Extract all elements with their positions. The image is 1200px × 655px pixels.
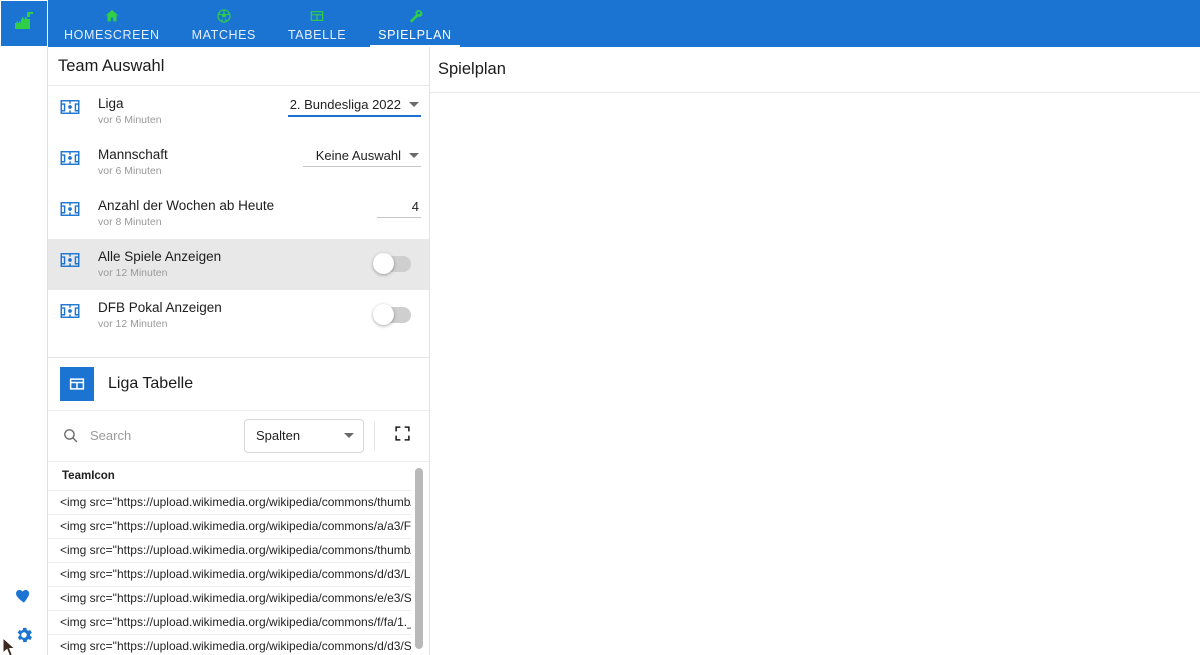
search-icon bbox=[62, 427, 79, 444]
chevron-down-icon bbox=[409, 153, 419, 159]
columns-select-label: Spalten bbox=[256, 428, 301, 444]
dfb-pokal-toggle[interactable] bbox=[373, 304, 411, 326]
fullscreen-icon bbox=[394, 425, 411, 447]
setting-title: Anzahl der Wochen ab Heute bbox=[98, 198, 275, 214]
setting-text-liga: Liga vor 6 Minuten bbox=[90, 95, 288, 128]
setting-title: Alle Spiele Anzeigen bbox=[98, 249, 222, 265]
table-row[interactable]: <img src="https://upload.wikimedia.org/w… bbox=[48, 515, 411, 539]
setting-control-alle-spiele bbox=[373, 248, 421, 275]
body-column: HOMESCREEN MATCHES TABELLE SPIELPLAN Tea… bbox=[48, 0, 1200, 655]
favorites-button[interactable] bbox=[0, 575, 48, 615]
stadium-logo-icon bbox=[11, 10, 37, 37]
wochen-number-input[interactable]: 4 bbox=[377, 199, 421, 219]
toggle-knob bbox=[373, 253, 394, 275]
setting-text-mannschaft: Mannschaft vor 6 Minuten bbox=[90, 146, 303, 179]
tab-spielplan-label: SPIELPLAN bbox=[378, 28, 452, 42]
setting-row-alle-spiele[interactable]: Alle Spiele Anzeigen vor 12 Minuten bbox=[48, 239, 429, 291]
setting-row-wochen[interactable]: Anzahl der Wochen ab Heute vor 8 Minuten… bbox=[48, 188, 429, 239]
tab-spielplan[interactable]: SPIELPLAN bbox=[362, 0, 468, 47]
table-grid-icon bbox=[309, 8, 325, 24]
table-row[interactable]: <img src="https://upload.wikimedia.org/w… bbox=[48, 539, 411, 563]
columns-select[interactable]: Spalten bbox=[244, 418, 364, 453]
toggle-knob bbox=[373, 304, 394, 326]
toolbar-divider bbox=[374, 421, 375, 450]
setting-subtitle: vor 12 Minuten bbox=[98, 318, 168, 331]
search-input[interactable]: Search bbox=[62, 427, 234, 444]
table-row[interactable]: <img src="https://upload.wikimedia.org/w… bbox=[48, 587, 411, 611]
tab-matches-label: MATCHES bbox=[191, 28, 256, 42]
stadium-icon bbox=[60, 95, 90, 120]
chevron-down-icon bbox=[344, 433, 354, 439]
fullscreen-button[interactable] bbox=[385, 419, 419, 453]
setting-text-alle-spiele: Alle Spiele Anzeigen vor 12 Minuten bbox=[90, 248, 375, 281]
tab-homescreen-label: HOMESCREEN bbox=[64, 28, 160, 42]
settings-list: Liga vor 6 Minuten 2. Bundesliga 2022 Ma… bbox=[48, 86, 429, 342]
right-pane: Spielplan bbox=[430, 47, 1200, 655]
soccer-ball-icon bbox=[216, 8, 232, 24]
spielplan-header: Spielplan bbox=[430, 47, 1200, 93]
table-row[interactable]: <img src="https://upload.wikimedia.org/w… bbox=[48, 635, 411, 655]
setting-control-liga: 2. Bundesliga 2022 bbox=[287, 95, 421, 118]
setting-title: Liga bbox=[98, 96, 124, 112]
top-tab-bar: HOMESCREEN MATCHES TABELLE SPIELPLAN bbox=[48, 0, 1200, 47]
mouse-cursor bbox=[2, 636, 18, 655]
table-vertical-scrollbar[interactable] bbox=[415, 467, 423, 650]
table-row[interactable]: <img src="https://upload.wikimedia.org/w… bbox=[48, 491, 411, 515]
setting-title: Mannschaft bbox=[98, 147, 168, 163]
setting-text-dfb-pokal: DFB Pokal Anzeigen vor 12 Minuten bbox=[90, 299, 375, 332]
main-area: Team Auswahl Liga vor 6 Minuten 2. Bunde… bbox=[48, 47, 1200, 655]
mannschaft-select-value: Keine Auswahl bbox=[315, 148, 401, 164]
stadium-icon bbox=[60, 197, 90, 222]
setting-control-wochen: 4 bbox=[377, 197, 421, 219]
tab-tabelle[interactable]: TABELLE bbox=[272, 0, 362, 47]
liga-tabelle-header: Liga Tabelle bbox=[48, 358, 429, 411]
app-logo[interactable] bbox=[0, 0, 48, 47]
setting-row-liga[interactable]: Liga vor 6 Minuten 2. Bundesliga 2022 bbox=[48, 86, 429, 137]
setting-control-dfb-pokal bbox=[373, 299, 421, 326]
setting-subtitle: vor 12 Minuten bbox=[98, 267, 168, 280]
table-grid-icon bbox=[60, 366, 94, 401]
setting-control-mannschaft: Keine Auswahl bbox=[303, 146, 421, 168]
table-toolbar: Search Spalten bbox=[48, 411, 429, 462]
stadium-icon bbox=[60, 248, 90, 273]
tab-matches[interactable]: MATCHES bbox=[176, 0, 272, 47]
liga-select[interactable]: 2. Bundesliga 2022 bbox=[287, 97, 421, 118]
mannschaft-select[interactable]: Keine Auswahl bbox=[303, 148, 421, 168]
stadium-icon bbox=[60, 146, 90, 171]
setting-row-dfb-pokal[interactable]: DFB Pokal Anzeigen vor 12 Minuten bbox=[48, 290, 429, 341]
chevron-down-icon bbox=[409, 102, 419, 108]
table-scroll-region[interactable]: TeamIcon <img src="https://upload.wikime… bbox=[48, 461, 429, 655]
tab-homescreen[interactable]: HOMESCREEN bbox=[48, 0, 176, 47]
alle-spiele-toggle[interactable] bbox=[373, 253, 411, 275]
liga-tabelle-card: Liga Tabelle Search Spalten TeamIcon <im… bbox=[48, 358, 429, 655]
table-row[interactable]: <img src="https://upload.wikimedia.org/w… bbox=[48, 563, 411, 587]
liga-tabelle-title: Liga Tabelle bbox=[108, 374, 194, 392]
stadium-icon bbox=[60, 299, 90, 324]
home-icon bbox=[104, 8, 120, 24]
setting-text-wochen: Anzahl der Wochen ab Heute vor 8 Minuten bbox=[90, 197, 377, 230]
setting-subtitle: vor 6 Minuten bbox=[98, 165, 162, 178]
liga-table: TeamIcon <img src="https://upload.wikime… bbox=[48, 461, 429, 655]
team-auswahl-header: Team Auswahl bbox=[48, 47, 429, 87]
active-tab-indicator bbox=[370, 45, 460, 47]
left-rail bbox=[0, 0, 48, 655]
left-pane: Team Auswahl Liga vor 6 Minuten 2. Bunde… bbox=[48, 47, 430, 655]
section-gap bbox=[48, 341, 429, 357]
heart-icon bbox=[14, 586, 34, 605]
app-root: HOMESCREEN MATCHES TABELLE SPIELPLAN Tea… bbox=[0, 0, 1200, 655]
schedule-search-icon bbox=[407, 8, 423, 24]
tab-tabelle-label: TABELLE bbox=[287, 28, 347, 42]
setting-subtitle: vor 8 Minuten bbox=[98, 216, 162, 229]
table-row[interactable]: <img src="https://upload.wikimedia.org/w… bbox=[48, 611, 411, 635]
setting-row-mannschaft[interactable]: Mannschaft vor 6 Minuten Keine Auswahl bbox=[48, 137, 429, 188]
setting-title: DFB Pokal Anzeigen bbox=[98, 300, 222, 316]
search-placeholder: Search bbox=[90, 428, 132, 444]
setting-subtitle: vor 6 Minuten bbox=[98, 114, 162, 127]
liga-select-value: 2. Bundesliga 2022 bbox=[289, 97, 401, 113]
table-column-header[interactable]: TeamIcon bbox=[48, 461, 411, 491]
